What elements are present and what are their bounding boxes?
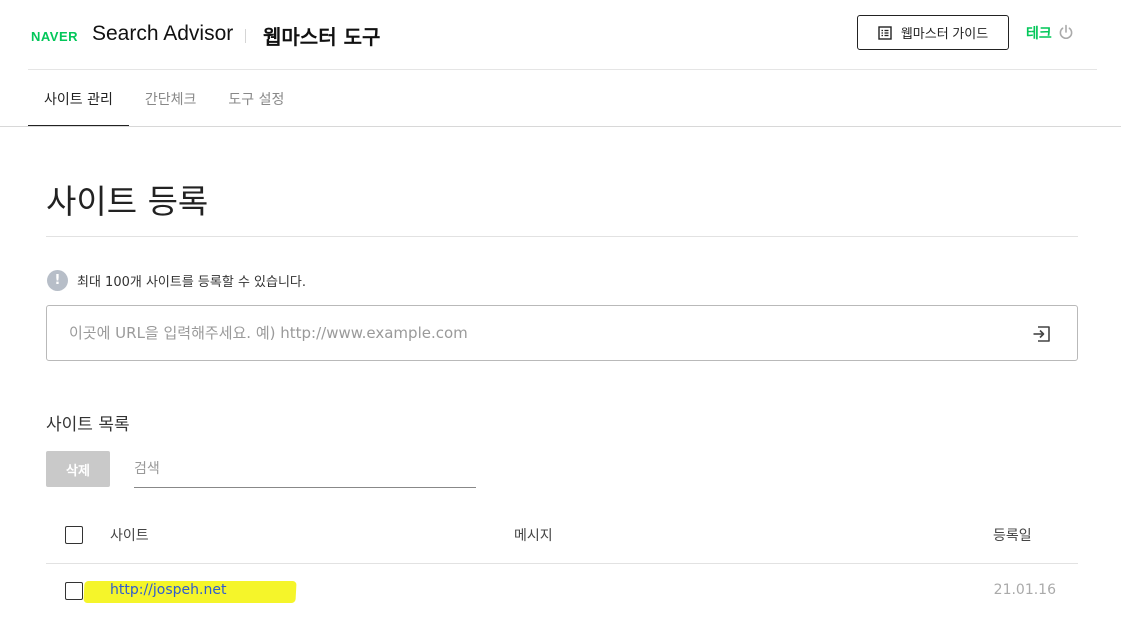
column-message: 메시지	[514, 528, 553, 544]
tab-tool-settings[interactable]: 도구 설정	[212, 70, 300, 127]
main-tabs: 사이트 관리 간단체크 도구 설정	[28, 70, 300, 127]
site-search-input[interactable]	[134, 451, 476, 488]
page-title: 사이트 등록	[46, 182, 209, 221]
power-icon[interactable]	[1058, 24, 1074, 40]
tab-simple-check[interactable]: 간단체크	[129, 70, 213, 127]
site-list-title: 사이트 목록	[46, 415, 130, 435]
tab-site-management[interactable]: 사이트 관리	[28, 70, 129, 127]
user-name[interactable]: 테크	[1026, 23, 1052, 43]
tabs-divider	[0, 126, 1121, 127]
delete-button[interactable]: 삭제	[46, 451, 110, 487]
webmaster-guide-button[interactable]: 웹마스터 가이드	[857, 15, 1009, 50]
notice: ! 최대 100개 사이트를 등록할 수 있습니다.	[47, 270, 306, 291]
header: NAVER Search Advisor 웹마스터 도구 웹마스터 가이드 테크	[0, 0, 1121, 70]
naver-logo[interactable]: NAVER	[31, 29, 78, 44]
notice-text: 최대 100개 사이트를 등록할 수 있습니다.	[77, 275, 307, 290]
table-row: http://jospeh.net 21.01.16	[46, 565, 1078, 617]
row-checkbox[interactable]	[65, 582, 83, 600]
info-icon: !	[47, 270, 68, 291]
column-registered-date: 등록일	[993, 528, 1032, 544]
url-input-box	[46, 305, 1078, 361]
book-list-icon	[878, 25, 892, 40]
site-link[interactable]: http://jospeh.net	[110, 582, 226, 598]
column-site: 사이트	[110, 528, 149, 544]
brand-divider	[245, 29, 246, 43]
enter-icon[interactable]	[1031, 323, 1053, 345]
table-header: 사이트 메시지 등록일	[46, 507, 1078, 564]
brand-title[interactable]: Search Advisor	[92, 22, 233, 46]
guide-button-label: 웹마스터 가이드	[900, 26, 989, 41]
url-input[interactable]	[69, 306, 1009, 360]
tool-title[interactable]: 웹마스터 도구	[263, 21, 380, 50]
registered-date: 21.01.16	[993, 582, 1056, 598]
select-all-checkbox[interactable]	[65, 526, 83, 544]
title-divider	[46, 236, 1078, 237]
